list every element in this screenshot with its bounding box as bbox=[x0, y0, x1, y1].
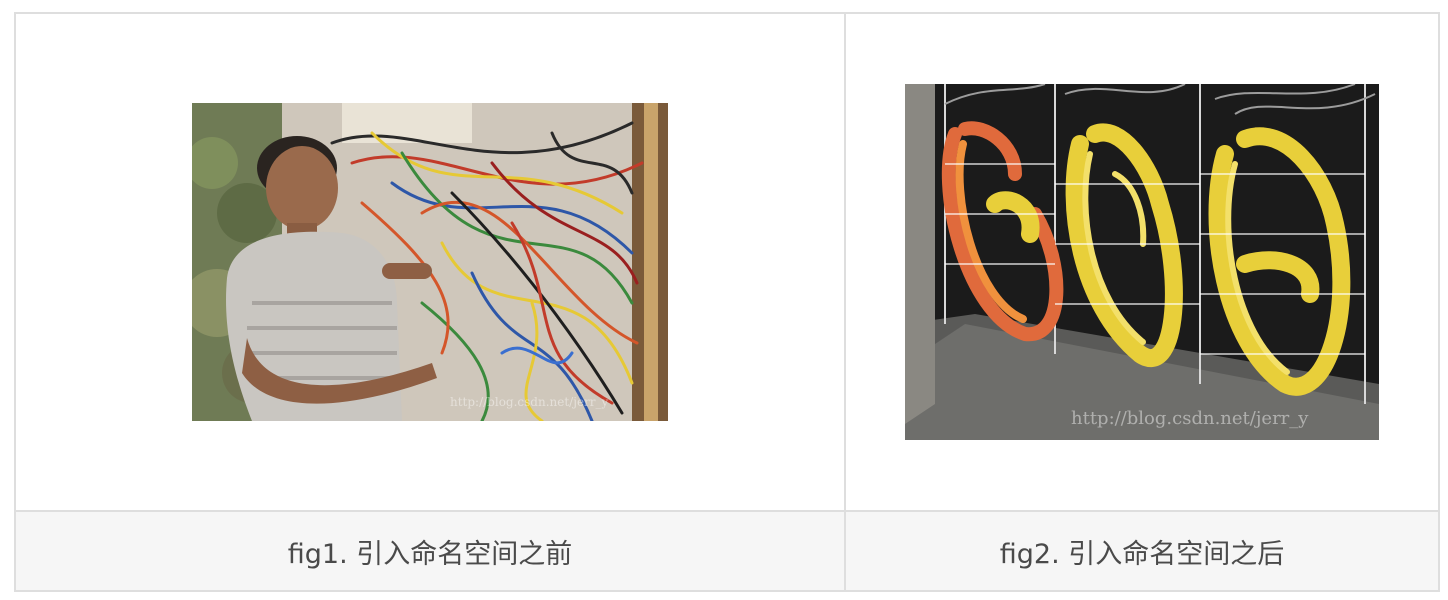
figure-2-watermark: http://blog.csdn.net/jerr_y bbox=[1071, 408, 1309, 429]
figure-comparison-table: http://blog.csdn.net/jerr_y http://blog.… bbox=[14, 12, 1440, 592]
figure-1-image: http://blog.csdn.net/jerr_y bbox=[192, 103, 668, 421]
figure-2-image: http://blog.csdn.net/jerr_y bbox=[905, 84, 1379, 440]
figure-2-image-cell: http://blog.csdn.net/jerr_y bbox=[844, 12, 1440, 512]
figure-2-caption: fig2. 引入命名空间之后 bbox=[844, 510, 1440, 592]
figure-1-image-cell: http://blog.csdn.net/jerr_y bbox=[14, 12, 846, 512]
figure-1-watermark: http://blog.csdn.net/jerr_y bbox=[450, 395, 609, 409]
figure-1-caption: fig1. 引入命名空间之前 bbox=[14, 510, 846, 592]
